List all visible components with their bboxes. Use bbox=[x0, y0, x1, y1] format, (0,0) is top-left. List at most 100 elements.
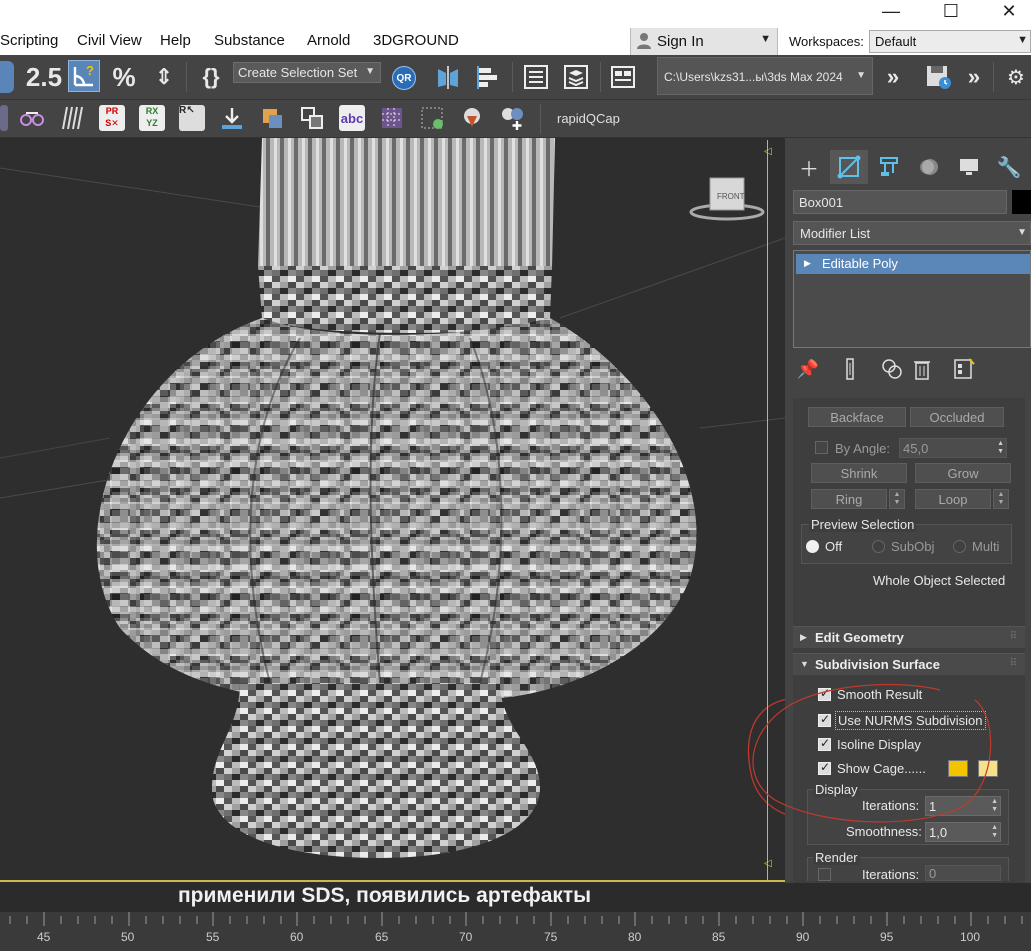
modifier-list-dropdown[interactable]: Modifier List ▼ bbox=[793, 221, 1031, 245]
render-iterations-checkbox[interactable] bbox=[818, 868, 831, 881]
tool-icon[interactable] bbox=[0, 105, 8, 131]
reset-cursor-icon[interactable]: R↖ bbox=[179, 105, 205, 131]
edit-geometry-rollout-header[interactable]: ▶ Edit Geometry ⠿ bbox=[793, 626, 1025, 648]
snap-toggle-icon[interactable]: 2.5 bbox=[26, 61, 62, 93]
workspaces-dropdown[interactable]: Default ▼ bbox=[869, 30, 1031, 53]
edit-geometry-title: Edit Geometry bbox=[815, 630, 904, 645]
loop-spinner-icon[interactable]: ▲ ▼ bbox=[993, 489, 1009, 509]
select-object-icon[interactable] bbox=[0, 61, 14, 93]
toolbar-separator bbox=[540, 104, 541, 134]
modify-tab-icon[interactable] bbox=[830, 150, 868, 184]
expand-arrow-icon[interactable]: ▶ bbox=[804, 258, 811, 269]
named-selection-icon[interactable]: {} bbox=[195, 61, 227, 93]
close-button[interactable]: ✕ bbox=[986, 0, 1031, 22]
quick-render-button[interactable]: QR bbox=[388, 62, 420, 94]
grow-button[interactable]: Grow bbox=[915, 463, 1011, 483]
show-cage-checkbox[interactable] bbox=[818, 760, 831, 775]
chevron-down-icon: ▼ bbox=[760, 33, 771, 45]
scene-explorer-icon[interactable] bbox=[520, 61, 552, 93]
use-nurms-checkbox[interactable] bbox=[818, 712, 831, 727]
selection-set-dropdown[interactable]: Create Selection Set ▼ bbox=[233, 62, 381, 83]
percent-snap-icon[interactable]: % bbox=[108, 61, 140, 93]
mirror-icon[interactable] bbox=[432, 61, 464, 93]
add-tool-icon[interactable] bbox=[499, 105, 525, 131]
by-angle-value: 45,0 bbox=[903, 441, 929, 456]
spinner-arrows-icon[interactable]: ▲ ▼ bbox=[991, 798, 998, 814]
smooth-result-checkbox[interactable] bbox=[818, 686, 831, 701]
display-tab-icon[interactable] bbox=[950, 150, 988, 184]
menu-civil-view[interactable]: Civil View bbox=[77, 32, 142, 49]
preview-subobj-radio[interactable] bbox=[872, 540, 885, 553]
ribbon-icon[interactable] bbox=[607, 61, 639, 93]
save-icon[interactable] bbox=[922, 61, 954, 93]
more-tools-icon[interactable]: » bbox=[958, 61, 990, 93]
drop-tool-icon[interactable] bbox=[219, 105, 245, 131]
menu-substance[interactable]: Substance bbox=[214, 32, 285, 49]
ring-button[interactable]: Ring bbox=[811, 489, 887, 509]
show-end-result-icon[interactable] bbox=[837, 356, 863, 382]
make-unique-icon[interactable] bbox=[879, 356, 905, 382]
cage-color-swatch-1[interactable] bbox=[948, 760, 968, 777]
hierarchy-tab-icon[interactable] bbox=[870, 150, 908, 184]
cage-color-swatch-2[interactable] bbox=[978, 760, 998, 777]
layer-explorer-icon[interactable] bbox=[560, 61, 592, 93]
more-tools-icon[interactable]: » bbox=[877, 61, 909, 93]
configure-sets-icon[interactable] bbox=[951, 356, 977, 382]
remove-modifier-icon[interactable] bbox=[909, 356, 935, 382]
link-tool-icon[interactable] bbox=[19, 105, 45, 131]
spinner-arrows-icon[interactable]: ▲ ▼ bbox=[991, 824, 998, 840]
timeline-tick-label: 75 bbox=[544, 930, 558, 944]
isoline-display-checkbox[interactable] bbox=[818, 736, 831, 751]
project-folder-dropdown[interactable]: C:\Users\kzs31...ы\3ds Max 2024 ▼ bbox=[657, 57, 873, 95]
reset-xform-icon[interactable]: RX YZ bbox=[139, 105, 165, 131]
text-tool-icon[interactable]: abc bbox=[339, 105, 365, 131]
hair-tool-icon[interactable] bbox=[58, 105, 84, 131]
sign-in-dropdown[interactable]: Sign In ▼ bbox=[630, 28, 778, 55]
settings-icon[interactable]: ⚙ bbox=[1000, 61, 1031, 93]
menu-help[interactable]: Help bbox=[160, 32, 191, 49]
timeline-ruler[interactable]: 45 50 55 60 65 70 75 80 85 90 95 100 bbox=[0, 912, 1031, 951]
timeline-tick-label: 50 bbox=[121, 930, 135, 944]
reset-scale-icon[interactable]: PR S✕ bbox=[99, 105, 125, 131]
preview-multi-radio[interactable] bbox=[953, 540, 966, 553]
material-tool-icon[interactable] bbox=[259, 105, 285, 131]
render-iterations-spinner[interactable]: 0 bbox=[925, 865, 1001, 881]
rapidqcap-button[interactable]: rapidQCap bbox=[557, 111, 620, 126]
utilities-tab-icon[interactable]: 🔧 bbox=[990, 150, 1028, 184]
create-tab-icon[interactable]: ＋ bbox=[790, 150, 828, 184]
preview-off-radio[interactable] bbox=[806, 540, 819, 553]
by-angle-checkbox[interactable] bbox=[815, 441, 828, 454]
pattern-tool-icon[interactable] bbox=[419, 105, 445, 131]
timeline-tick-label: 55 bbox=[206, 930, 220, 944]
minimize-button[interactable]: — bbox=[868, 0, 914, 22]
subdivision-surface-rollout-header[interactable]: ▼ Subdivision Surface ⠿ bbox=[793, 653, 1025, 675]
by-angle-spinner[interactable]: 45,0 ▲ ▼ bbox=[899, 438, 1007, 458]
rollout-grip-icon[interactable]: ⠿ bbox=[1010, 658, 1017, 669]
align-icon[interactable] bbox=[472, 61, 504, 93]
occluded-button[interactable]: Occluded bbox=[910, 407, 1004, 427]
spinner-arrows-icon[interactable]: ▲ ▼ bbox=[997, 440, 1004, 456]
ring-spinner-icon[interactable]: ▲ ▼ bbox=[889, 489, 905, 509]
display-iterations-spinner[interactable]: 1 ▲ ▼ bbox=[925, 796, 1001, 816]
menu-scripting[interactable]: Scripting bbox=[0, 32, 58, 49]
rollout-grip-icon[interactable]: ⠿ bbox=[1010, 631, 1017, 642]
maximize-button[interactable]: ☐ bbox=[928, 0, 974, 22]
menu-arnold[interactable]: Arnold bbox=[307, 32, 350, 49]
angle-snap-icon[interactable]: ? bbox=[68, 60, 100, 92]
stack-item-editable-poly[interactable]: ▶ Editable Poly bbox=[796, 254, 1030, 274]
grid-tool-icon[interactable] bbox=[379, 105, 405, 131]
object-color-swatch[interactable] bbox=[1012, 190, 1031, 214]
perspective-viewport[interactable]: FRONT bbox=[0, 138, 785, 883]
backface-button[interactable]: Backface bbox=[808, 407, 906, 427]
sign-in-label: Sign In bbox=[657, 33, 704, 50]
motion-tab-icon[interactable] bbox=[910, 150, 948, 184]
display-smoothness-spinner[interactable]: 1,0 ▲ ▼ bbox=[925, 822, 1001, 842]
paint-tool-icon[interactable] bbox=[459, 105, 485, 131]
spinner-snap-icon[interactable]: ⇕ bbox=[148, 61, 180, 93]
pin-stack-icon[interactable]: 📌 bbox=[795, 356, 821, 382]
loop-button[interactable]: Loop bbox=[915, 489, 991, 509]
object-name-field[interactable]: Box001 bbox=[793, 190, 1007, 214]
shrink-button[interactable]: Shrink bbox=[811, 463, 907, 483]
object-tool-icon[interactable] bbox=[299, 105, 325, 131]
menu-3dground[interactable]: 3DGROUND bbox=[373, 32, 459, 49]
